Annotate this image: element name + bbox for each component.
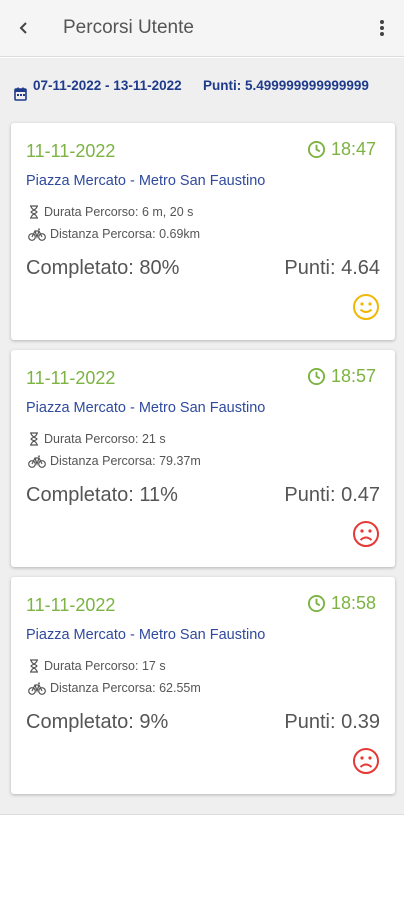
route-time: 18:47	[307, 139, 376, 160]
route-completion: Completato: 9%	[26, 711, 169, 733]
hourglass-icon	[30, 432, 38, 446]
summary-period: 07-11-2022 - 13-11-2022	[33, 78, 182, 93]
clock-icon	[307, 140, 326, 159]
route-date: 11-11-2022	[26, 368, 116, 388]
clock-icon	[307, 594, 326, 613]
route-name: Piazza Mercato - Metro San Faustino	[26, 400, 266, 416]
route-duration: Durata Percorso: 6 m, 20 s	[28, 205, 193, 219]
route-distance-text: Distanza Percorsa: 0.69km	[50, 227, 201, 241]
route-distance: Distanza Percorsa: 0.69km	[28, 227, 200, 241]
route-time: 18:57	[307, 366, 376, 387]
hourglass-icon	[30, 205, 38, 219]
bicycle-icon	[28, 228, 46, 241]
route-time-value: 18:57	[330, 366, 376, 386]
route-date: 11-11-2022	[26, 595, 116, 615]
route-duration: Durata Percorso: 21 s	[28, 432, 166, 446]
route-duration-text: Durata Percorso: 17 s	[44, 659, 166, 673]
sad-face-icon	[353, 748, 379, 774]
more-vert-icon	[380, 20, 384, 36]
route-card[interactable]: 11-11-2022 18:57 Piazza Mercato - Metro …	[11, 350, 395, 567]
route-name: Piazza Mercato - Metro San Faustino	[26, 173, 266, 189]
route-points: Punti: 4.64	[284, 257, 380, 279]
route-duration-text: Durata Percorso: 21 s	[44, 432, 166, 446]
calendar-icon	[14, 87, 27, 101]
route-distance: Distanza Percorsa: 62.55m	[28, 681, 201, 695]
bicycle-icon	[28, 455, 46, 468]
route-distance-text: Distanza Percorsa: 62.55m	[50, 681, 201, 695]
summary-points: Punti: 5.499999999999999	[203, 78, 369, 93]
bicycle-icon	[28, 682, 46, 695]
route-time: 18:58	[307, 593, 376, 614]
clock-icon	[307, 367, 326, 386]
route-duration-text: Durata Percorso: 6 m, 20 s	[44, 205, 194, 219]
route-name: Piazza Mercato - Metro San Faustino	[26, 627, 266, 643]
app-bar: Percorsi Utente	[0, 0, 404, 57]
hourglass-icon	[30, 659, 38, 673]
route-distance-text: Distanza Percorsa: 79.37m	[50, 454, 201, 468]
route-completion: Completato: 80%	[26, 257, 180, 279]
happy-face-icon	[353, 294, 379, 320]
overflow-menu-button[interactable]	[360, 0, 404, 57]
back-button[interactable]	[0, 0, 48, 57]
route-card[interactable]: 11-11-2022 18:47 Piazza Mercato - Metro …	[11, 123, 395, 340]
route-completion: Completato: 11%	[26, 484, 178, 506]
route-points: Punti: 0.39	[284, 711, 380, 733]
route-duration: Durata Percorso: 17 s	[28, 659, 166, 673]
route-time-value: 18:47	[330, 139, 376, 159]
weekly-summary: 07-11-2022 - 13-11-2022 Punti: 5.4999999…	[14, 76, 394, 112]
routes-list-container: 07-11-2022 - 13-11-2022 Punti: 5.4999999…	[0, 58, 404, 815]
route-time-value: 18:58	[330, 593, 376, 613]
route-card[interactable]: 11-11-2022 18:58 Piazza Mercato - Metro …	[11, 577, 395, 794]
route-points: Punti: 0.47	[284, 484, 380, 506]
page-title: Percorsi Utente	[63, 17, 194, 38]
route-date: 11-11-2022	[26, 141, 116, 161]
route-distance: Distanza Percorsa: 79.37m	[28, 454, 201, 468]
arrow-back-icon	[19, 22, 27, 34]
sad-face-icon	[353, 521, 379, 547]
